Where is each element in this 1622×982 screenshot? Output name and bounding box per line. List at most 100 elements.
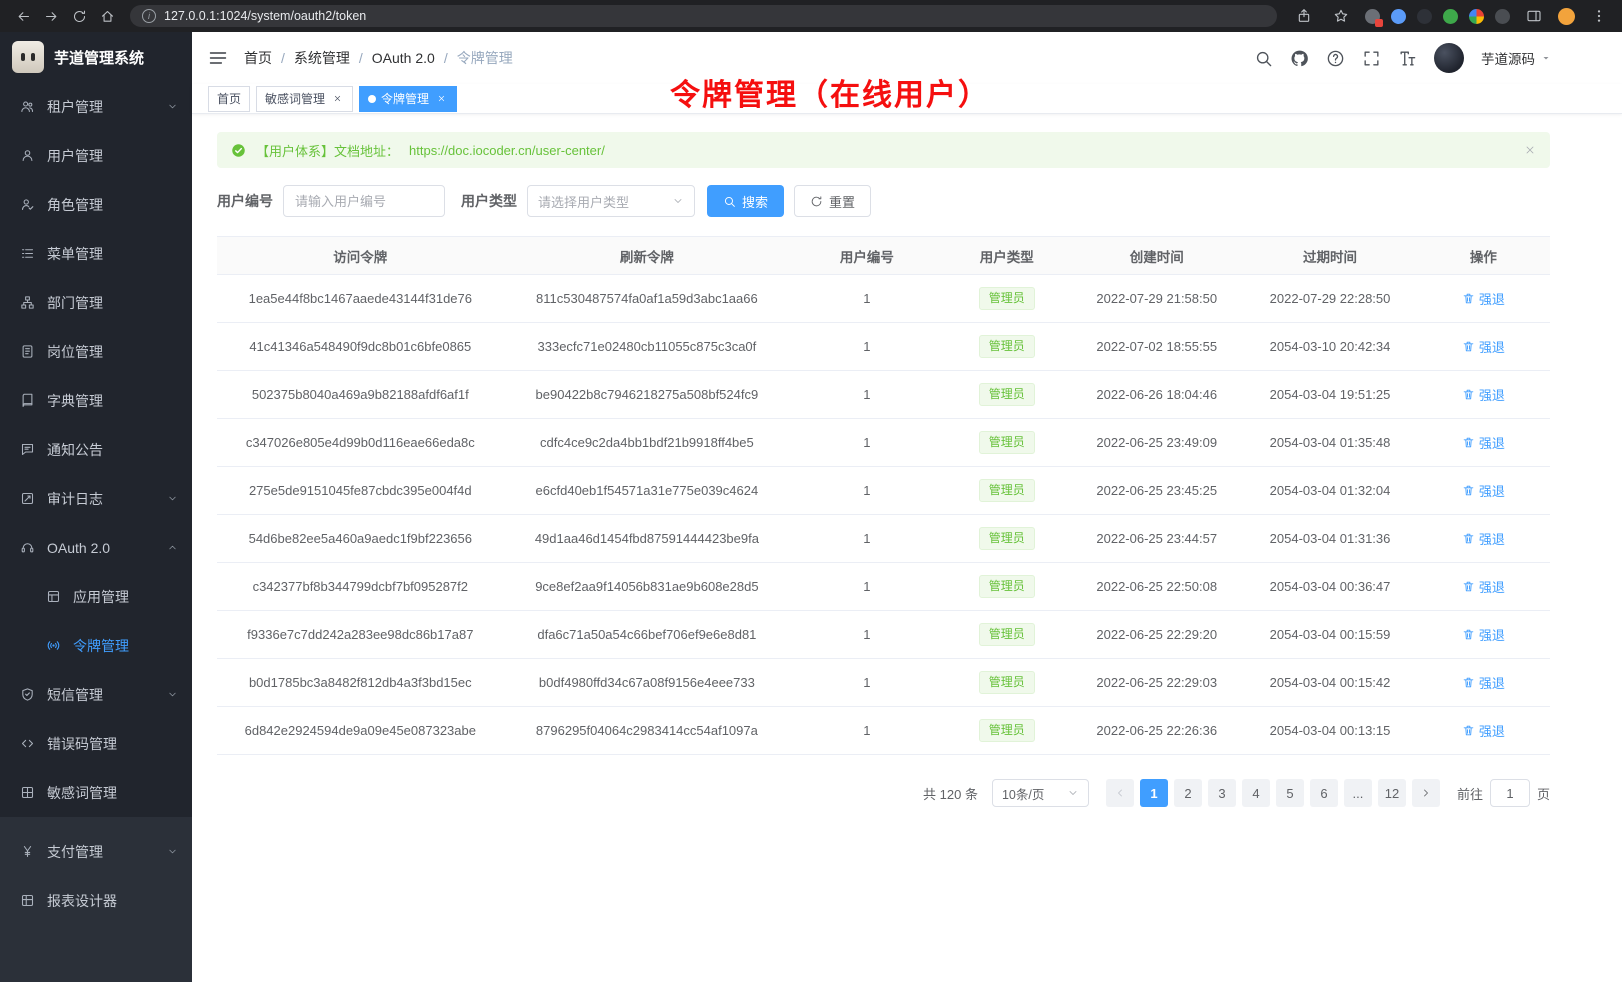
sidebar-item-sms[interactable]: 短信管理 — [0, 670, 192, 719]
user-avatar[interactable] — [1434, 43, 1464, 73]
sidebar-item-audit-log[interactable]: 审计日志 — [0, 474, 192, 523]
site-info-icon[interactable]: i — [142, 9, 156, 23]
force-logout-button[interactable]: 强退 — [1462, 577, 1505, 596]
tab-sensitive-word[interactable]: 敏感词管理 — [256, 86, 353, 112]
trash-icon — [1462, 436, 1475, 449]
sidebar-item-pay[interactable]: 支付管理 — [0, 827, 192, 876]
share-icon[interactable] — [1291, 3, 1317, 29]
tab-home[interactable]: 首页 — [208, 86, 250, 112]
github-button[interactable] — [1290, 49, 1309, 68]
force-logout-button[interactable]: 强退 — [1462, 625, 1505, 644]
tab-oauth2-token[interactable]: 令牌管理 — [359, 86, 457, 112]
user-id-input[interactable] — [283, 185, 445, 217]
access-token-cell: 502375b8040a469a9b82188afdf6af1f — [217, 371, 504, 419]
extension-icon[interactable] — [1469, 9, 1484, 24]
sidebar-item-error-code[interactable]: 错误码管理 — [0, 719, 192, 768]
page-12-button[interactable]: 12 — [1378, 779, 1406, 807]
page-1-button[interactable]: 1 — [1140, 779, 1168, 807]
page-2-button[interactable]: 2 — [1174, 779, 1202, 807]
sidebar-item-dept[interactable]: 部门管理 — [0, 278, 192, 327]
reset-button[interactable]: 重置 — [794, 185, 871, 217]
side-panel-icon[interactable] — [1521, 3, 1547, 29]
reload-icon[interactable] — [66, 3, 92, 29]
extension-icon[interactable] — [1443, 9, 1458, 24]
tab-close-icon[interactable] — [330, 92, 344, 106]
sidebar-item-sensitive-word[interactable]: 敏感词管理 — [0, 768, 192, 817]
question-button[interactable] — [1326, 49, 1345, 68]
page-4-button[interactable]: 4 — [1242, 779, 1270, 807]
force-logout-button[interactable]: 强退 — [1462, 673, 1505, 692]
page-ellipsis-button[interactable]: ... — [1344, 779, 1372, 807]
user-type-select[interactable]: 请选择用户类型 — [527, 185, 695, 217]
search-button[interactable] — [1254, 49, 1273, 68]
forward-icon[interactable] — [38, 3, 64, 29]
sidebar-item-notice[interactable]: 通知公告 — [0, 425, 192, 474]
sidebar-item-label: 敏感词管理 — [47, 783, 117, 803]
notice-icon — [20, 442, 35, 457]
table-row: 6d842e2924594de9a09e45e087323abe8796295f… — [217, 707, 1550, 755]
sidebar-item-report[interactable]: 报表设计器 — [0, 876, 192, 925]
sidebar-item-oauth2-app[interactable]: 应用管理 — [0, 572, 192, 621]
breadcrumb-item[interactable]: 首页 — [244, 48, 272, 68]
extension-icon[interactable] — [1417, 9, 1432, 24]
force-logout-button[interactable]: 强退 — [1462, 337, 1505, 356]
user-type-badge: 管理员 — [979, 527, 1035, 551]
goto-page-input[interactable] — [1490, 779, 1530, 807]
force-logout-button[interactable]: 强退 — [1462, 385, 1505, 404]
page-3-button[interactable]: 3 — [1208, 779, 1236, 807]
sidebar-item-tenant[interactable]: 租户管理 — [0, 82, 192, 131]
expires-at-cell: 2054-03-04 01:32:04 — [1243, 467, 1416, 515]
extension-icon[interactable] — [1365, 9, 1380, 24]
next-page-button[interactable] — [1412, 779, 1440, 807]
sidebar-item-post[interactable]: 岗位管理 — [0, 327, 192, 376]
sidebar-item-label: 审计日志 — [47, 489, 103, 509]
force-logout-button[interactable]: 强退 — [1462, 289, 1505, 308]
page-size-value: 10条/页 — [1002, 784, 1044, 803]
search-button[interactable]: 搜索 — [707, 185, 784, 217]
force-logout-button[interactable]: 强退 — [1462, 529, 1505, 548]
created-at-cell: 2022-07-29 21:58:50 — [1070, 275, 1243, 323]
breadcrumb-item[interactable]: OAuth 2.0 — [372, 50, 435, 66]
sidebar-item-label: 短信管理 — [47, 685, 103, 705]
access-token-cell: 41c41346a548490f9dc8b01c6bfe0865 — [217, 323, 504, 371]
sidebar-item-menu[interactable]: 菜单管理 — [0, 229, 192, 278]
extension-icon[interactable] — [1495, 9, 1510, 24]
font-size-button[interactable] — [1398, 49, 1417, 68]
force-logout-button[interactable]: 强退 — [1462, 433, 1505, 452]
doc-link[interactable]: https://doc.iocoder.cn/user-center/ — [409, 143, 605, 158]
close-icon — [1524, 144, 1536, 156]
home-icon[interactable] — [94, 3, 120, 29]
tab-close-icon[interactable] — [434, 92, 448, 106]
force-logout-button[interactable]: 强退 — [1462, 481, 1505, 500]
back-icon[interactable] — [10, 3, 36, 29]
extension-icon[interactable] — [1391, 9, 1406, 24]
fullscreen-button[interactable] — [1362, 49, 1381, 68]
prev-page-button[interactable] — [1106, 779, 1134, 807]
breadcrumb-item[interactable]: 系统管理 — [294, 48, 350, 68]
actions-cell: 强退 — [1417, 611, 1550, 659]
sidebar-item-role[interactable]: 角色管理 — [0, 180, 192, 229]
sidebar-item-user[interactable]: 用户管理 — [0, 131, 192, 180]
logo-avatar — [12, 41, 44, 73]
app-logo[interactable]: 芋道管理系统 — [0, 32, 192, 82]
sidebar-item-label: 菜单管理 — [47, 244, 103, 264]
sidebar-item-oauth2-token[interactable]: 令牌管理 — [0, 621, 192, 670]
force-logout-button[interactable]: 强退 — [1462, 721, 1505, 740]
page-5-button[interactable]: 5 — [1276, 779, 1304, 807]
sidebar-item-oauth2[interactable]: OAuth 2.0 — [0, 523, 192, 572]
created-at-cell: 2022-06-25 22:26:36 — [1070, 707, 1243, 755]
page-size-select[interactable]: 10条/页 — [992, 779, 1089, 807]
user-menu[interactable]: 芋道源码 — [1481, 48, 1552, 68]
refresh-token-cell: be90422b8c7946218275a508bf524fc9 — [504, 371, 791, 419]
trash-icon — [1462, 292, 1475, 305]
refresh-token-cell: 811c530487574fa0af1a59d3abc1aa66 — [504, 275, 791, 323]
url-bar[interactable]: i 127.0.0.1:1024/system/oauth2/token — [130, 5, 1277, 27]
sidebar-fold-icon[interactable] — [208, 48, 228, 68]
page-6-button[interactable]: 6 — [1310, 779, 1338, 807]
chevron-up-icon — [167, 542, 178, 553]
browser-menu-icon[interactable] — [1586, 3, 1612, 29]
browser-profile-avatar[interactable] — [1558, 8, 1575, 25]
sidebar-item-dict[interactable]: 字典管理 — [0, 376, 192, 425]
bookmark-star-icon[interactable] — [1328, 3, 1354, 29]
alert-close-icon[interactable] — [1524, 144, 1536, 156]
